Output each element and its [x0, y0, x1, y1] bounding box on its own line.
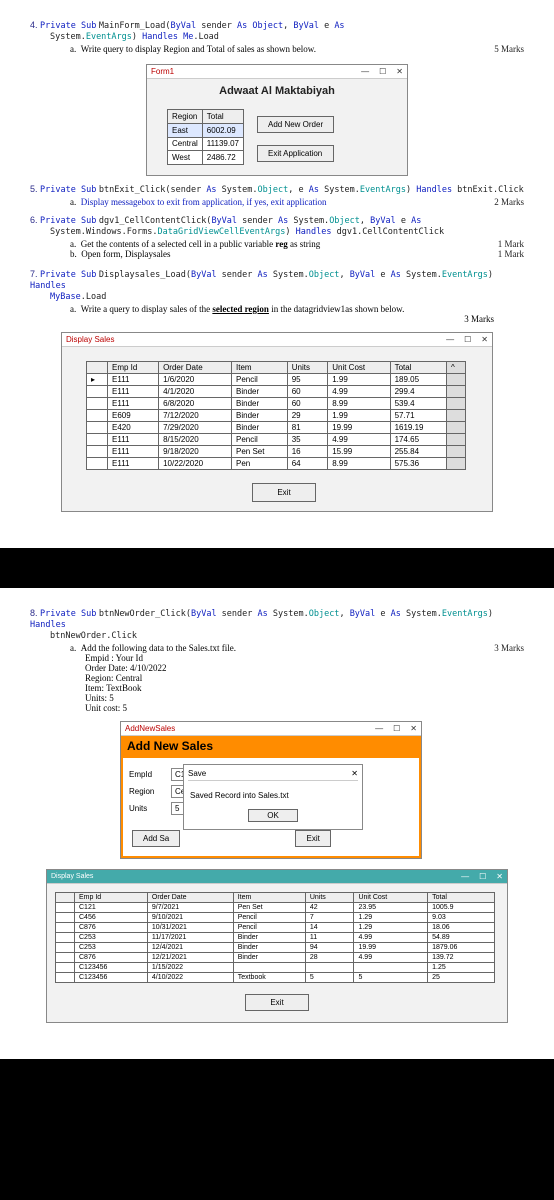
close-icon[interactable]: ✕	[410, 724, 417, 733]
q4-a: a. Write query to display Region and Tot…	[70, 44, 524, 54]
q5: 5. Private Sub btnExit_Click(sender As S…	[30, 184, 524, 195]
min-icon[interactable]: —	[375, 724, 383, 733]
sheet-2: 8. Private Sub btnNewOrder_Click(ByVal s…	[0, 588, 554, 1059]
q7: 7. Private Sub Displaysales_Load(ByVal s…	[30, 269, 524, 302]
close-icon[interactable]: ✕	[351, 769, 358, 778]
min-icon[interactable]: —	[461, 872, 469, 881]
window-heading: Adwaat Al Maktabiyah	[147, 79, 407, 103]
exit-button[interactable]: Exit	[252, 483, 315, 502]
add-sales-heading: Add New Sales	[121, 736, 421, 756]
region-table: RegionTotal East6002.09 Central11139.07 …	[167, 109, 244, 165]
sheet-1: 4. Private Sub MainForm_Load(ByVal sende…	[0, 0, 554, 548]
close-icon[interactable]: ✕	[496, 872, 503, 881]
q8: 8. Private Sub btnNewOrder_Click(ByVal s…	[30, 608, 524, 641]
titlebar: Form1 — ☐ ✕	[147, 65, 407, 79]
display-sales-title: Display Sales	[66, 335, 114, 344]
adwaat-window: Form1 — ☐ ✕ Adwaat Al Maktabiyah RegionTot…	[146, 64, 408, 176]
display-sales-window: Display Sales — ☐ ✕ Emp IdOrder DateItemUn…	[61, 332, 493, 512]
sales-table: Emp IdOrder DateItemUnitsUnit CostTotal^…	[86, 361, 466, 470]
save-messagebox: Save✕ Saved Record into Sales.txt OK	[183, 764, 363, 830]
max-icon[interactable]: ☐	[464, 335, 471, 344]
exit-button[interactable]: Exit	[295, 830, 330, 847]
add-sales-button[interactable]: Add Sa	[132, 830, 180, 847]
display-sales-window-2: Display Sales —☐✕ Emp IdOrder DateItemUn…	[46, 869, 508, 1023]
close-icon[interactable]: ✕	[396, 67, 403, 76]
exit-button[interactable]: Exit	[245, 994, 308, 1011]
exit-application-button[interactable]: Exit Application	[257, 145, 334, 162]
ok-button[interactable]: OK	[248, 809, 298, 822]
form1-title: Form1	[151, 67, 174, 76]
close-icon[interactable]: ✕	[481, 335, 488, 344]
q8-data-list: Empid : Your IdOrder Date: 4/10/2022Regi…	[85, 653, 524, 713]
q4-marks: 5 Marks	[494, 44, 524, 54]
q4-num: 4.	[30, 20, 38, 30]
q4: 4. Private Sub MainForm_Load(ByVal sende…	[30, 20, 524, 42]
q5-a: a. Display messagebox to exit from appli…	[70, 197, 524, 207]
max-icon[interactable]: ☐	[393, 724, 400, 733]
q6: 6. Private Sub dgv1_CellContentClick(ByV…	[30, 215, 524, 237]
add-new-order-button[interactable]: Add New Order	[257, 116, 334, 133]
add-sales-window: AddNewSales —☐✕ Add New Sales EmpIdC1234…	[120, 721, 422, 859]
max-icon[interactable]: ☐	[479, 872, 486, 881]
sales-table-2: Emp IdOrder DateItemUnitsUnit CostTotalC…	[55, 892, 495, 983]
min-icon[interactable]: —	[446, 335, 454, 344]
min-icon[interactable]: —	[361, 67, 369, 76]
max-icon[interactable]: ☐	[379, 67, 386, 76]
